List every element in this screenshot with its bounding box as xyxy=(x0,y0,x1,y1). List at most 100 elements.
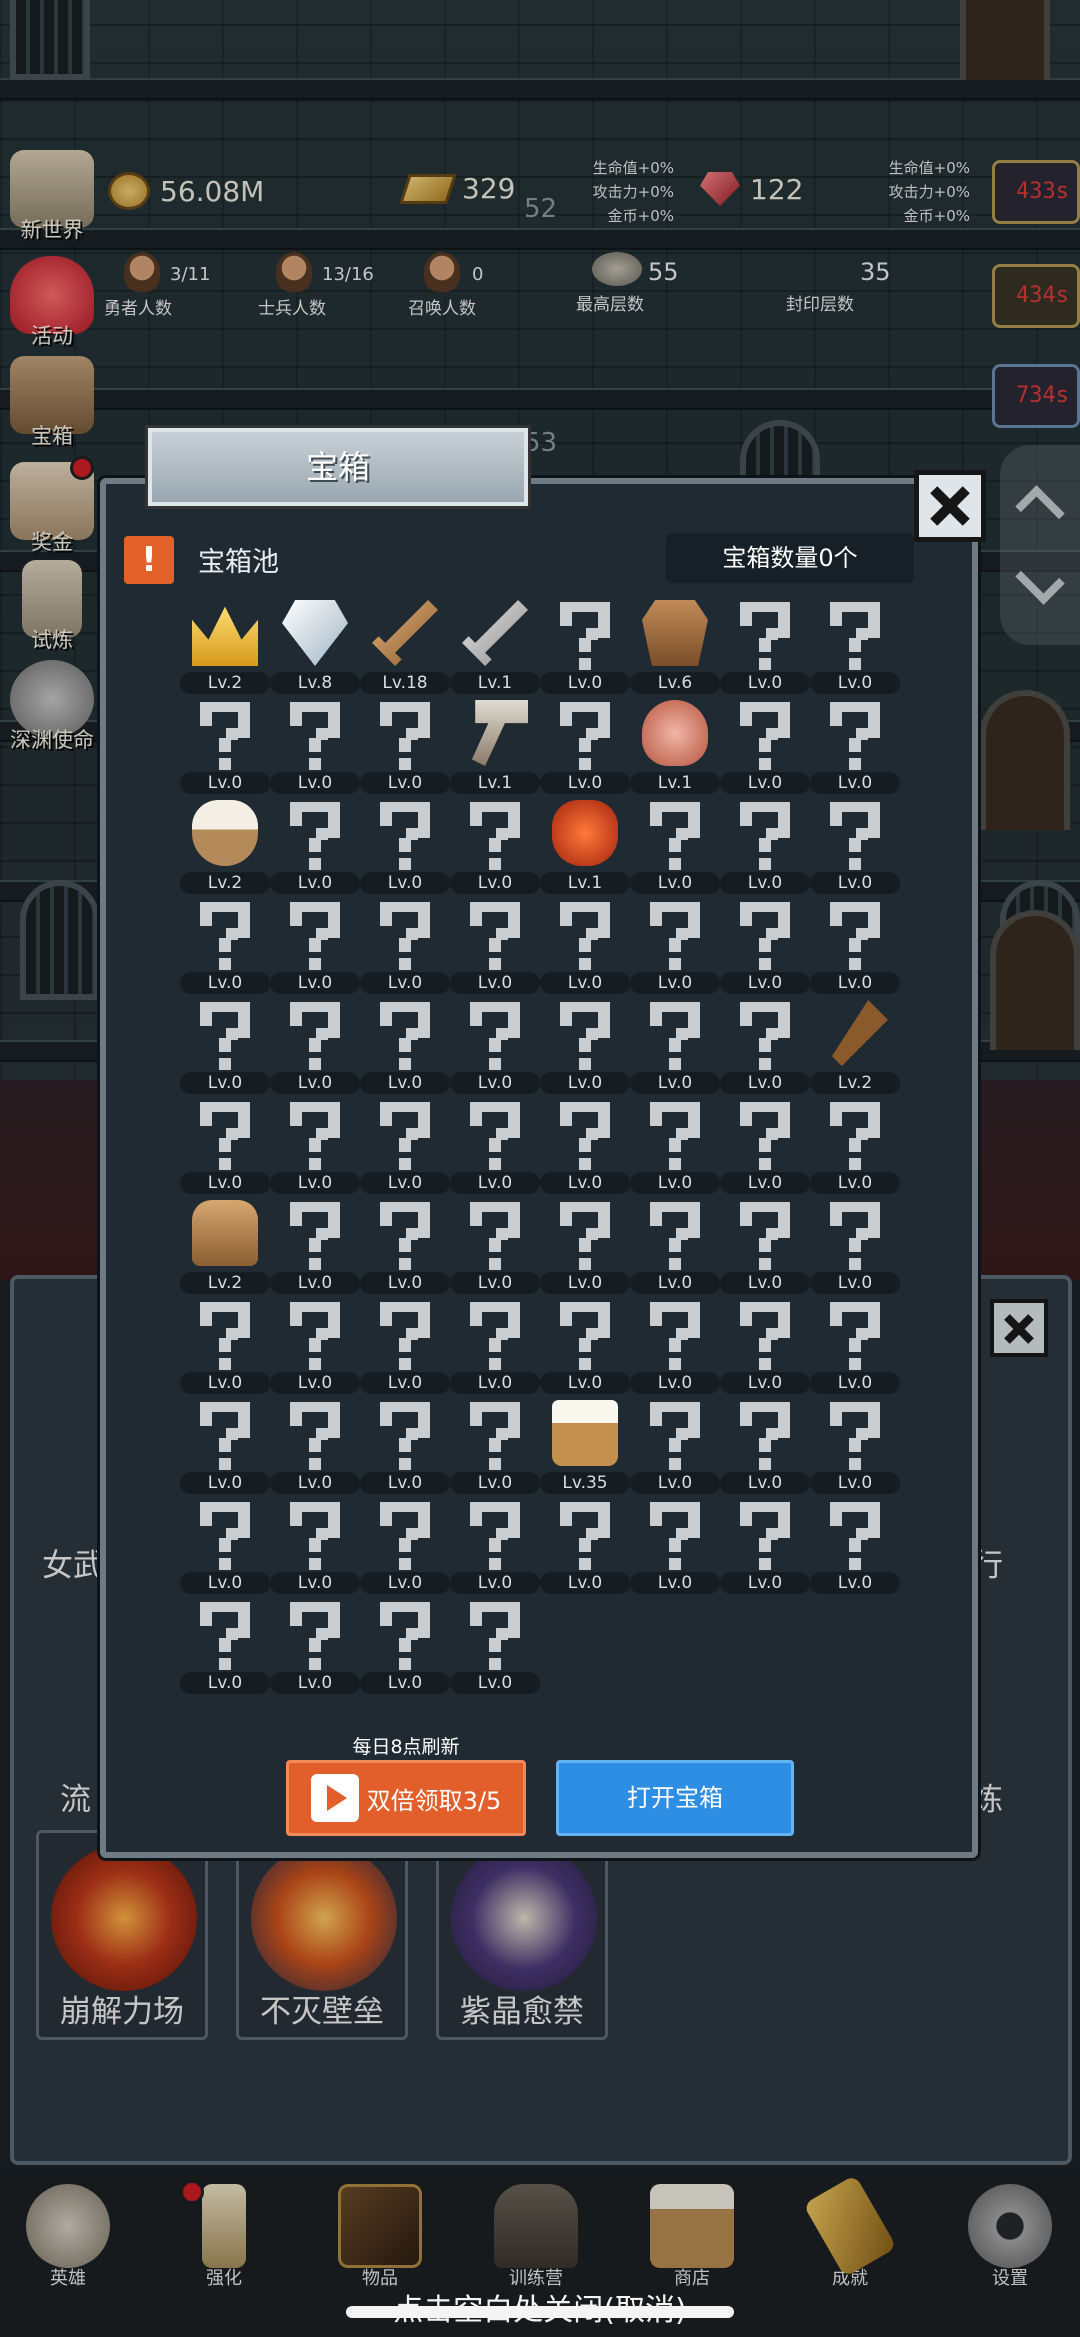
chest-pool-item[interactable]: Lv.6 xyxy=(630,596,720,696)
chest-pool-item[interactable]: Lv.0 xyxy=(180,1296,270,1396)
chest-pool-item[interactable]: Lv.0 xyxy=(540,696,630,796)
chest-pool-item[interactable]: Lv.0 xyxy=(360,1096,450,1196)
chest-pool-item[interactable]: Lv.0 xyxy=(810,796,900,896)
chest-pool-item[interactable]: Lv.0 xyxy=(540,1296,630,1396)
chest-pool-item[interactable]: Lv.0 xyxy=(720,896,810,996)
chest-pool-item[interactable]: Lv.0 xyxy=(630,1196,720,1296)
chest-pool-item[interactable]: Lv.0 xyxy=(360,1396,450,1496)
chest-pool-item[interactable]: Lv.1 xyxy=(450,696,540,796)
chest-pool-item[interactable]: Lv.0 xyxy=(810,1196,900,1296)
double-claim-button[interactable]: 双倍领取3/5 xyxy=(286,1760,526,1836)
chest-pool-item[interactable]: Lv.0 xyxy=(270,1496,360,1596)
chest-pool-item[interactable]: Lv.2 xyxy=(180,596,270,696)
chest-pool-item[interactable]: Lv.1 xyxy=(540,796,630,896)
chest-pool-item[interactable]: Lv.0 xyxy=(270,1096,360,1196)
chest-pool-item[interactable]: Lv.0 xyxy=(270,1396,360,1496)
chest-pool-item[interactable]: Lv.0 xyxy=(720,696,810,796)
item-level: Lv.0 xyxy=(630,1272,720,1294)
chest-pool-item[interactable]: Lv.0 xyxy=(360,796,450,896)
chest-pool-item[interactable]: Lv.2 xyxy=(180,796,270,896)
chest-pool-item[interactable]: Lv.0 xyxy=(360,1196,450,1296)
chest-pool-item[interactable]: Lv.0 xyxy=(450,1096,540,1196)
chest-pool-item[interactable]: Lv.35 xyxy=(540,1396,630,1496)
chest-pool-item[interactable]: Lv.0 xyxy=(630,996,720,1096)
item-level: Lv.0 xyxy=(720,872,810,894)
chest-pool-item[interactable]: Lv.0 xyxy=(720,1296,810,1396)
chest-pool-item[interactable]: Lv.0 xyxy=(450,796,540,896)
chest-pool-item[interactable]: Lv.18 xyxy=(360,596,450,696)
unknown-icon xyxy=(290,1402,340,1472)
chest-pool-item[interactable]: Lv.0 xyxy=(270,1296,360,1396)
chest-pool-item[interactable]: Lv.0 xyxy=(630,1296,720,1396)
chest-pool-item[interactable]: Lv.0 xyxy=(270,896,360,996)
chest-pool-item[interactable]: Lv.0 xyxy=(540,596,630,696)
chest-pool-item[interactable]: Lv.0 xyxy=(450,1196,540,1296)
unknown-icon xyxy=(830,802,880,872)
chest-pool-item[interactable]: Lv.0 xyxy=(720,996,810,1096)
chest-pool-item[interactable]: Lv.0 xyxy=(360,1496,450,1596)
chest-pool-item[interactable]: Lv.0 xyxy=(630,1096,720,1196)
chest-pool-item[interactable]: Lv.1 xyxy=(630,696,720,796)
unknown-icon xyxy=(290,1602,340,1672)
chest-pool-item[interactable]: Lv.0 xyxy=(540,1096,630,1196)
chest-pool-item[interactable]: Lv.0 xyxy=(810,1396,900,1496)
chest-pool-item[interactable]: Lv.0 xyxy=(810,1296,900,1396)
chest-pool-item[interactable]: Lv.0 xyxy=(270,1596,360,1696)
chest-pool-item[interactable]: Lv.0 xyxy=(630,1496,720,1596)
chest-pool-item[interactable]: Lv.0 xyxy=(360,1596,450,1696)
chest-pool-item[interactable]: Lv.0 xyxy=(450,1296,540,1396)
chest-pool-item[interactable]: Lv.0 xyxy=(540,1196,630,1296)
chest-pool-item[interactable]: Lv.0 xyxy=(810,596,900,696)
chest-pool-item[interactable]: Lv.0 xyxy=(180,1096,270,1196)
chest-pool-item[interactable]: Lv.0 xyxy=(720,1496,810,1596)
chest-pool-item[interactable]: Lv.8 xyxy=(270,596,360,696)
chest-pool-item[interactable]: Lv.2 xyxy=(180,1196,270,1296)
chest-pool-item[interactable]: Lv.0 xyxy=(720,1096,810,1196)
dialog-close-icon[interactable] xyxy=(914,470,986,542)
chest-pool-item[interactable]: Lv.0 xyxy=(720,796,810,896)
chest-pool-item[interactable]: Lv.0 xyxy=(630,896,720,996)
chest-pool-item[interactable]: Lv.0 xyxy=(450,1496,540,1596)
chest-pool-item[interactable]: Lv.0 xyxy=(810,696,900,796)
chest-pool-item[interactable]: Lv.0 xyxy=(450,1596,540,1696)
chest-pool-item[interactable]: Lv.0 xyxy=(450,1396,540,1496)
chest-pool-item[interactable]: Lv.0 xyxy=(720,1196,810,1296)
chest-pool-item[interactable]: Lv.2 xyxy=(810,996,900,1096)
chest-pool-item[interactable]: Lv.0 xyxy=(270,696,360,796)
chest-pool-item[interactable]: Lv.0 xyxy=(360,1296,450,1396)
chest-pool-item[interactable]: Lv.0 xyxy=(540,896,630,996)
exclamation-icon[interactable]: ! xyxy=(124,536,174,584)
chest-pool-item[interactable]: Lv.0 xyxy=(180,896,270,996)
chest-pool-item[interactable]: Lv.0 xyxy=(360,696,450,796)
chest-pool-item[interactable]: Lv.0 xyxy=(720,596,810,696)
chest-pool-item[interactable]: Lv.0 xyxy=(270,1196,360,1296)
chest-pool-item[interactable]: Lv.0 xyxy=(450,996,540,1096)
chest-pool-item[interactable]: Lv.1 xyxy=(450,596,540,696)
chest-pool-item[interactable]: Lv.0 xyxy=(360,896,450,996)
open-chest-button[interactable]: 打开宝箱 xyxy=(556,1760,794,1836)
chest-pool-item[interactable]: Lv.0 xyxy=(180,1396,270,1496)
chest-pool-item[interactable]: Lv.0 xyxy=(180,996,270,1096)
chest-pool-item[interactable]: Lv.0 xyxy=(270,996,360,1096)
chest-pool-item[interactable]: Lv.0 xyxy=(810,1096,900,1196)
chest-pool-item[interactable]: Lv.0 xyxy=(540,996,630,1096)
chest-pool-item[interactable]: Lv.0 xyxy=(630,796,720,896)
chest-pool-item[interactable]: Lv.0 xyxy=(450,896,540,996)
chest-pool-item[interactable]: Lv.0 xyxy=(360,996,450,1096)
chest-pool-item[interactable]: Lv.0 xyxy=(630,1396,720,1496)
chest-pool-item[interactable]: Lv.0 xyxy=(180,1496,270,1596)
item-level: Lv.0 xyxy=(360,772,450,794)
crown-icon xyxy=(192,606,258,666)
chest-pool-item[interactable]: Lv.0 xyxy=(720,1396,810,1496)
item-level: Lv.0 xyxy=(540,672,630,694)
item-level: Lv.0 xyxy=(810,1472,900,1494)
item-level: Lv.0 xyxy=(630,972,720,994)
unknown-icon xyxy=(560,1102,610,1172)
home-indicator[interactable] xyxy=(346,2306,734,2318)
chest-pool-item[interactable]: Lv.0 xyxy=(540,1496,630,1596)
chest-pool-item[interactable]: Lv.0 xyxy=(810,1496,900,1596)
chest-pool-item[interactable]: Lv.0 xyxy=(180,696,270,796)
chest-pool-item[interactable]: Lv.0 xyxy=(270,796,360,896)
chest-pool-item[interactable]: Lv.0 xyxy=(810,896,900,996)
chest-pool-item[interactable]: Lv.0 xyxy=(180,1596,270,1696)
